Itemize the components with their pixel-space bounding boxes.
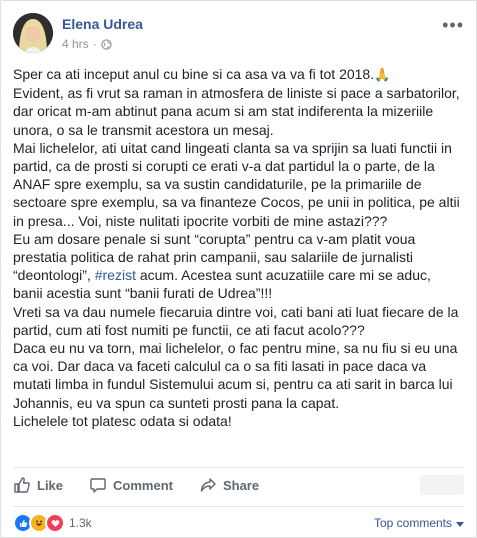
like-button[interactable]: Like [13,476,63,494]
thumbs-up-icon [13,476,31,494]
comment-label: Comment [113,477,173,493]
post-meta: 4 hrs · [62,37,112,51]
post-paragraph: Sper ca ati inceput anul cu bine si ca a… [13,66,391,82]
action-bar: Like Comment Share [13,468,464,502]
post-timestamp[interactable]: 4 hrs [62,37,89,51]
post-paragraph: Daca eu nu va torn, mai lichelelor, o fa… [13,340,458,411]
more-options-button[interactable]: ••• [442,15,464,36]
share-label: Share [222,477,260,493]
audience-selector[interactable] [420,475,464,495]
author-name[interactable]: Elena Udrea [62,16,143,32]
post-paragraph: Lichelele tot platesc odata si odata! [13,412,232,429]
post-body: Sper ca ati inceput anul cu bine si ca a… [13,65,463,430]
post-header: Elena Udrea 4 hrs · ••• [13,13,464,57]
share-arrow-icon [199,476,217,494]
love-reaction-icon [45,513,65,533]
post-paragraph: Mai lichelelor, ati uitat cand lingeati … [13,139,460,229]
post-paragraph: Vreti sa va dau numele fiecaruia dintre … [13,303,459,338]
hashtag-link[interactable]: #rezist [95,267,136,283]
author-avatar[interactable] [13,13,53,53]
like-label: Like [37,477,64,493]
caret-down-icon [456,516,464,530]
share-button[interactable]: Share [199,476,259,494]
divider [13,506,464,507]
reactions-bar: 1.3k Top comments [13,513,464,533]
post-paragraph: Eu am dosare penale si sunt “corupta” pe… [13,230,431,302]
comment-button[interactable]: Comment [89,476,173,494]
post-card: Elena Udrea 4 hrs · ••• Sper ca ati ince… [0,0,477,538]
top-comments-label: Top comments [373,516,452,530]
comment-bubble-icon [89,476,107,494]
post-paragraph: Evident, as fi vrut sa raman in atmosfer… [13,85,460,138]
top-comments-dropdown[interactable]: Top comments [374,516,464,530]
reaction-icons[interactable] [13,513,65,533]
reaction-count[interactable]: 1.3k [69,516,92,530]
globe-icon[interactable] [101,38,112,50]
pray-emoji: 🙏 [374,67,391,82]
